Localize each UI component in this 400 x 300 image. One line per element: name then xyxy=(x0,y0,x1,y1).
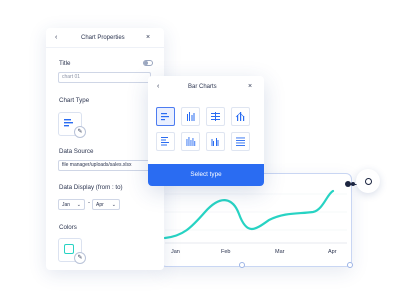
line-chart xyxy=(163,189,347,244)
chevron-down-icon: ⌄ xyxy=(76,202,81,208)
panel-title: Chart Properties xyxy=(81,35,125,41)
title-toggle[interactable] xyxy=(143,60,153,66)
bar-stacked-icon xyxy=(211,112,220,121)
back-icon[interactable]: ‹ xyxy=(55,34,57,41)
connector-dot xyxy=(351,182,355,186)
bar-vertical-thin-icon xyxy=(186,137,196,146)
colors-label: Colors xyxy=(59,224,77,231)
to-select[interactable]: Apr ⌄ xyxy=(92,199,120,210)
chart-series-line xyxy=(163,189,335,240)
close-icon[interactable]: × xyxy=(146,34,150,41)
to-value: Apr xyxy=(96,202,104,208)
bar-horizontal-stacked-icon xyxy=(161,137,169,146)
close-icon[interactable]: × xyxy=(248,83,252,90)
color-swatch xyxy=(64,244,74,254)
bar-grouped-icon xyxy=(187,112,195,121)
bar-horizontal-icon xyxy=(161,113,169,121)
data-source-input[interactable]: file manager/uploads/sales.xlsx xyxy=(58,160,150,171)
pencil-icon: ✎ xyxy=(77,129,83,135)
edit-chart-type-button[interactable]: ✎ xyxy=(74,126,86,138)
chart-type-label: Chart Type xyxy=(59,97,90,104)
data-source-label: Data Source xyxy=(59,148,94,155)
popup-title: Bar Charts xyxy=(188,84,217,90)
tile-bar-mixed[interactable] xyxy=(231,107,250,126)
tile-bar-horizontal-stacked[interactable] xyxy=(156,132,175,151)
bar-mixed-icon xyxy=(235,112,245,121)
back-icon[interactable]: ‹ xyxy=(157,83,159,90)
tile-bar-vertical-thin[interactable] xyxy=(181,132,200,151)
chevron-down-icon: ⌄ xyxy=(111,202,116,208)
tile-bar-grouped-2[interactable] xyxy=(206,132,225,151)
edit-colors-button[interactable]: ✎ xyxy=(74,252,86,264)
title-input[interactable]: chart 01 xyxy=(58,72,151,83)
tile-bar-horizontal[interactable] xyxy=(156,107,175,126)
bar-chart-icon xyxy=(64,119,73,127)
x-tick-jan: Jan xyxy=(171,249,180,255)
bar-grouped-2-icon xyxy=(211,138,219,146)
chart-properties-panel: ‹ Chart Properties × Title chart 01 Char… xyxy=(46,28,164,270)
chart-canvas[interactable]: Jan Feb Mar Apr xyxy=(160,173,353,268)
range-separator: - xyxy=(88,200,90,206)
x-tick-mar: Mar xyxy=(275,249,285,255)
x-tick-feb: Feb xyxy=(221,249,231,255)
bar-charts-dropdown: ‹ Bar Charts × Select type xyxy=(148,76,264,186)
from-value: Jan xyxy=(62,202,71,208)
x-tick-apr: Apr xyxy=(328,249,337,255)
settings-button[interactable] xyxy=(356,169,380,193)
data-display-label: Data Display (from : to) xyxy=(59,184,123,191)
select-type-button[interactable]: Select type xyxy=(148,164,264,186)
resize-handle-bottom[interactable] xyxy=(239,262,245,268)
tile-bar-horizontal-thin[interactable] xyxy=(231,132,250,151)
tile-bar-grouped[interactable] xyxy=(181,107,200,126)
tile-bar-stacked[interactable] xyxy=(206,107,225,126)
pencil-icon: ✎ xyxy=(77,255,83,261)
resize-handle-br[interactable] xyxy=(347,262,353,268)
title-label: Title xyxy=(59,60,71,67)
from-select[interactable]: Jan ⌄ xyxy=(58,199,85,210)
bar-horizontal-thin-icon xyxy=(236,137,245,146)
circle-icon xyxy=(364,177,372,185)
header-divider xyxy=(46,47,164,48)
